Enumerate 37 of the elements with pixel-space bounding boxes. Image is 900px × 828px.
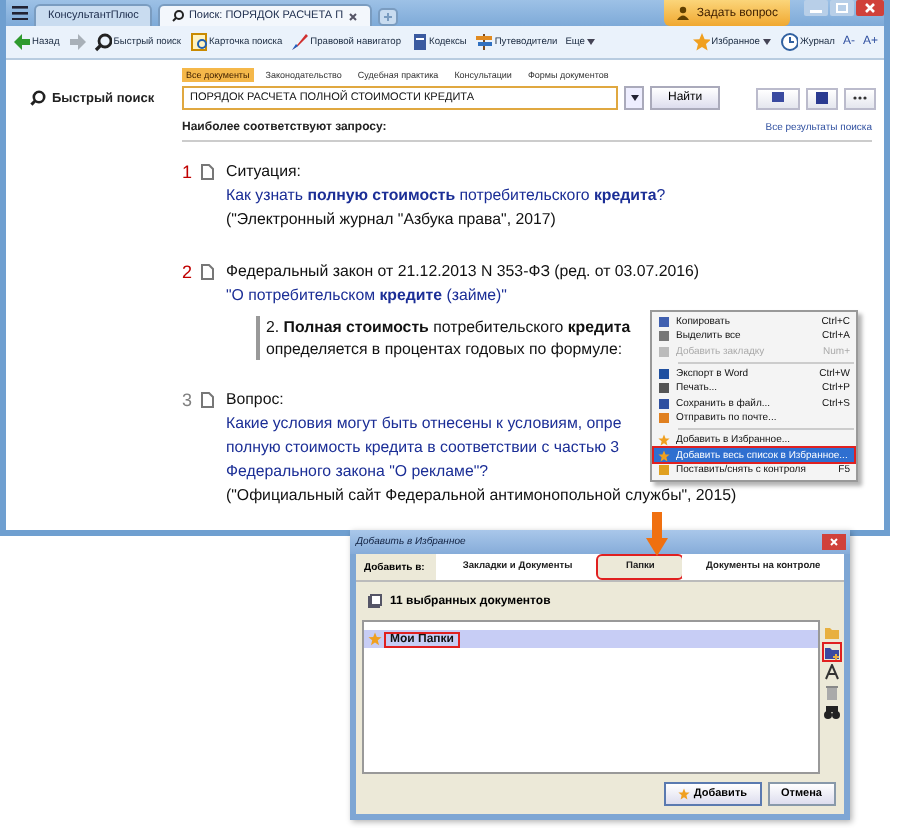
close-button[interactable] bbox=[822, 534, 846, 550]
document-icon bbox=[200, 392, 214, 408]
person-icon bbox=[676, 6, 691, 20]
result-number: 3 bbox=[182, 388, 195, 412]
dropdown-button[interactable] bbox=[624, 86, 644, 110]
view-button[interactable] bbox=[756, 87, 800, 109]
menu-icon[interactable] bbox=[12, 6, 28, 20]
arrow-left-icon bbox=[12, 32, 30, 52]
caret-icon bbox=[586, 38, 597, 46]
signpost-icon bbox=[474, 32, 493, 52]
folder-plus-icon[interactable] bbox=[824, 644, 840, 660]
star-icon bbox=[658, 433, 670, 446]
result-number: 2 bbox=[182, 260, 195, 284]
documents-icon bbox=[368, 594, 382, 608]
document-icon bbox=[200, 164, 214, 180]
star-icon bbox=[691, 32, 710, 52]
book-icon bbox=[409, 32, 428, 52]
search-icon bbox=[30, 90, 46, 106]
caret-icon bbox=[629, 94, 639, 102]
document-icon bbox=[200, 264, 214, 280]
arrow-right-icon bbox=[67, 32, 86, 52]
close-icon bbox=[830, 538, 838, 546]
star-icon bbox=[677, 788, 690, 800]
pointer-arrow bbox=[646, 512, 668, 556]
search-card-icon bbox=[189, 32, 208, 52]
bookmark-button[interactable] bbox=[806, 87, 838, 109]
caret-icon bbox=[761, 38, 772, 46]
star-icon bbox=[658, 449, 670, 462]
close-icon[interactable] bbox=[347, 11, 358, 21]
close-icon[interactable] bbox=[856, 0, 884, 16]
result-number: 1 bbox=[182, 160, 195, 184]
clock-icon bbox=[779, 32, 798, 52]
rename-icon[interactable] bbox=[824, 664, 840, 680]
star-icon bbox=[368, 632, 382, 646]
binoculars-icon[interactable] bbox=[824, 704, 840, 720]
search-icon bbox=[93, 32, 112, 52]
search-icon bbox=[172, 10, 185, 22]
